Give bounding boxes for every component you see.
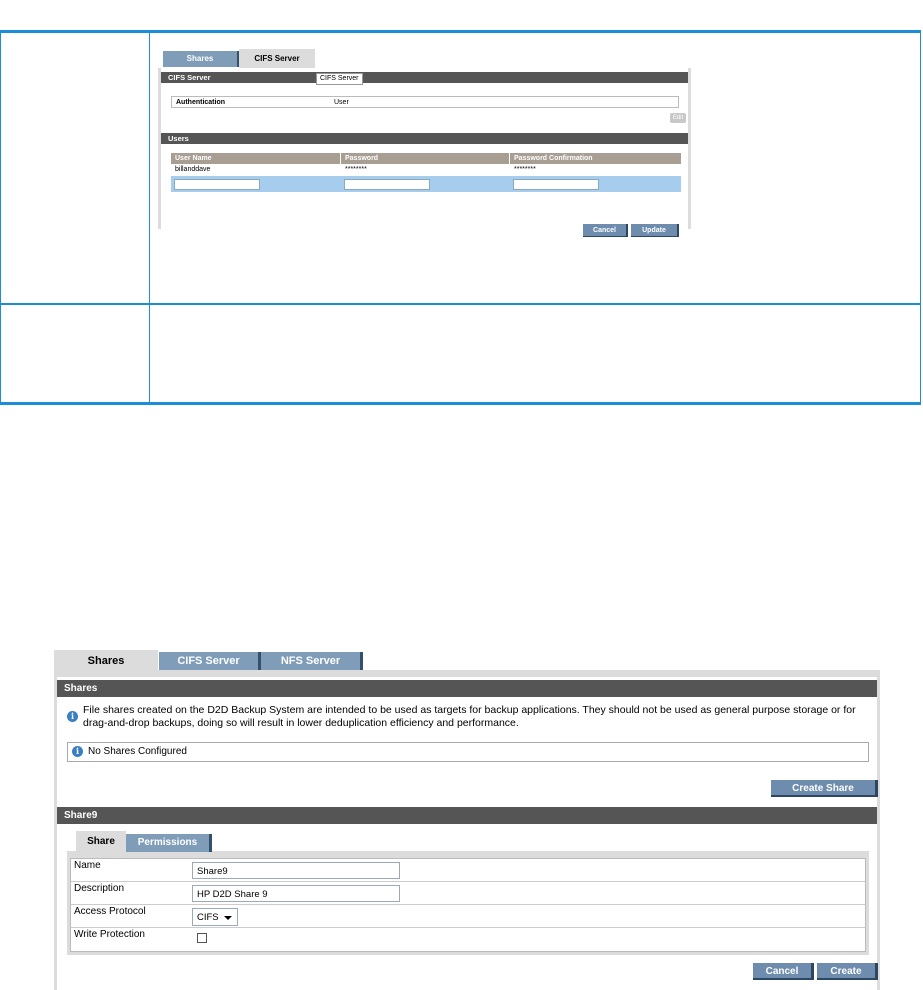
subtab-permissions[interactable]: Permissions xyxy=(126,834,212,852)
section-header-users: Users xyxy=(161,133,688,144)
share-form: Name Share9 Description HP D2D Share 9 A… xyxy=(70,858,866,952)
cifs-server-screenshot: Shares CIFS Server CIFS Server CIFS Serv… xyxy=(158,49,691,237)
write-protection-checkbox[interactable] xyxy=(197,933,207,943)
authentication-row: Authentication User xyxy=(171,96,679,108)
edit-button[interactable]: Edit xyxy=(670,113,686,123)
subtab-share[interactable]: Share xyxy=(76,831,126,853)
info-message: File shares created on the D2D Backup Sy… xyxy=(83,704,856,729)
chevron-down-icon xyxy=(224,916,232,920)
panel-content: CIFS Server CIFS Server Authentication U… xyxy=(161,68,688,237)
name-label: Name xyxy=(74,860,101,871)
tab-nfs-server[interactable]: NFS Server xyxy=(261,652,363,670)
update-button[interactable]: Update xyxy=(631,224,679,237)
tab-shares[interactable]: Shares xyxy=(54,650,158,672)
section-header-cifs: CIFS Server xyxy=(161,72,688,83)
section-header-shares: Shares xyxy=(57,680,877,697)
write-protection-label: Write Protection xyxy=(74,929,145,940)
form-row-write-protection: Write Protection xyxy=(71,928,865,951)
name-input[interactable]: Share9 xyxy=(192,862,400,879)
column-header-password: Password xyxy=(341,153,510,164)
description-label: Description xyxy=(74,883,125,894)
tab-shares[interactable]: Shares xyxy=(163,51,239,67)
form-row-access-protocol: Access Protocol CIFS xyxy=(71,905,865,928)
section-header-share9: Share9 xyxy=(57,807,877,824)
no-shares-notice: i No Shares Configured xyxy=(67,742,869,762)
description-input[interactable]: HP D2D Share 9 xyxy=(192,885,400,902)
panel-content: Shares i File shares created on the D2D … xyxy=(57,677,878,990)
authentication-label: Authentication xyxy=(176,99,225,106)
table-row-divider xyxy=(1,303,920,305)
table-column-divider xyxy=(149,33,150,402)
info-icon: i xyxy=(67,711,78,722)
create-share-button[interactable]: Create Share xyxy=(771,780,878,797)
new-password-input[interactable] xyxy=(344,179,430,190)
access-protocol-label: Access Protocol xyxy=(74,906,146,917)
authentication-value: User xyxy=(334,99,349,106)
cancel-button[interactable]: Cancel xyxy=(753,963,814,980)
form-row-name: Name Share9 xyxy=(71,859,865,882)
cell-password-confirmation: ******** xyxy=(514,166,536,173)
cancel-button[interactable]: Cancel xyxy=(583,224,628,237)
access-protocol-value: CIFS xyxy=(197,912,219,923)
create-button[interactable]: Create xyxy=(817,963,878,980)
no-shares-text: No Shares Configured xyxy=(88,746,187,757)
form-row-description: Description HP D2D Share 9 xyxy=(71,882,865,905)
cell-password: ******** xyxy=(345,166,367,173)
new-user-name-input[interactable] xyxy=(174,179,260,190)
new-password-confirmation-input[interactable] xyxy=(513,179,599,190)
tab-panel: CIFS Server CIFS Server Authentication U… xyxy=(158,68,691,237)
column-header-user-name: User Name xyxy=(171,153,341,164)
tab-cifs-server[interactable]: CIFS Server xyxy=(239,49,315,68)
shares-screenshot: Shares CIFS Server NFS Server Shares i F… xyxy=(54,648,880,990)
access-protocol-select[interactable]: CIFS xyxy=(192,908,238,926)
cell-user-name: billanddave xyxy=(175,166,211,173)
new-user-row xyxy=(171,176,681,192)
info-icon: i xyxy=(72,746,83,757)
column-header-password-confirmation: Password Confirmation xyxy=(510,153,681,164)
tab-cifs-server[interactable]: CIFS Server xyxy=(159,652,261,670)
tab-panel: Shares i File shares created on the D2D … xyxy=(54,670,880,990)
tooltip: CIFS Server xyxy=(316,73,363,85)
